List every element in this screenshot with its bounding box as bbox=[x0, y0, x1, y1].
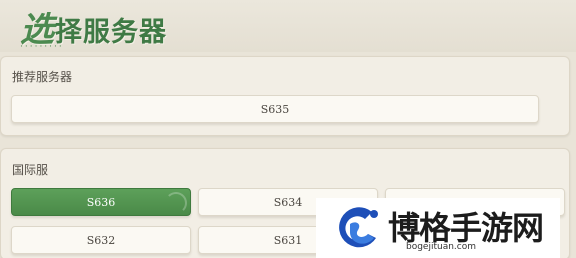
header: 选择服务器 ········· bbox=[0, 0, 576, 52]
page-title-rest: 择服务器 bbox=[55, 17, 167, 48]
server-button-s636[interactable]: S636 bbox=[11, 188, 191, 216]
watermark-url: bogejituan.com bbox=[406, 242, 477, 252]
recommended-servers-panel: 推荐服务器 S635 bbox=[0, 56, 570, 136]
recommended-servers-label: 推荐服务器 bbox=[12, 70, 73, 84]
bogejituan-logo-icon bbox=[339, 207, 378, 248]
server-button-s635[interactable]: S635 bbox=[11, 95, 539, 123]
title-decoration-dots: ········· bbox=[20, 42, 64, 52]
international-servers-label: 国际服 bbox=[12, 163, 49, 177]
server-button-label: S634 bbox=[273, 195, 303, 209]
server-button-label: S635 bbox=[260, 102, 290, 116]
server-button-s632[interactable]: S632 bbox=[11, 226, 191, 254]
server-button-label: S636 bbox=[86, 195, 116, 209]
site-watermark: 博格手游网 bogejituan.com bbox=[316, 198, 560, 258]
server-button-label: S632 bbox=[86, 233, 116, 247]
server-button-label: S631 bbox=[273, 233, 303, 247]
